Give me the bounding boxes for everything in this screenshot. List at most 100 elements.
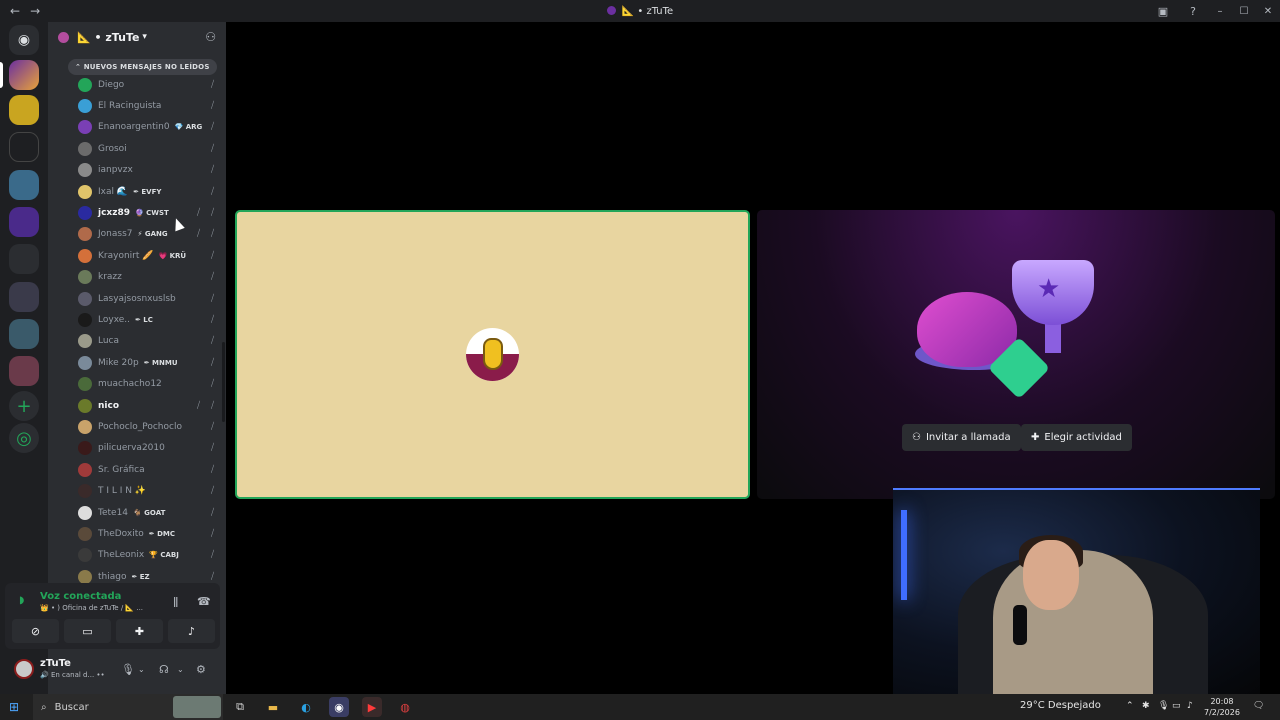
obs-icon[interactable]: ◍ [395,697,415,717]
clock[interactable]: 20:08 7/2/2026 [1204,696,1240,718]
member-tag-badge: 🐐 GOAT [133,508,166,517]
server-header[interactable]: 📐 • zTuTe ▾ ⚇ [48,22,226,52]
voice-member-row[interactable]: Diego ⧸ [48,74,226,95]
weather-widget[interactable]: 29°C Despejado [1020,700,1101,711]
voice-status[interactable]: Voz conectada [40,591,121,602]
chevron-down-icon[interactable]: ⌄ [177,665,184,674]
member-name: Diego [98,79,125,90]
new-messages-banner[interactable]: ⌃ NUEVOS MENSAJES NO LEÍDOS [68,59,217,75]
discord-home-icon[interactable]: ◉ [9,25,39,55]
member-name: T I L I N ✨ [98,486,147,497]
inbox-icon[interactable]: ▣ [1148,5,1178,18]
soundboard-icon[interactable]: ♪ [168,619,215,643]
scrollbar[interactable] [222,342,225,422]
invite-to-call-button[interactable]: ⚇ Invitar a llamada [902,424,1021,451]
screen-share-icon[interactable]: ▭ [64,619,111,643]
notification-icon[interactable]: 🗨 [1253,701,1264,711]
chevron-up-icon[interactable]: ⌃ [1126,701,1134,711]
voice-member-row[interactable]: Pochoclo_Pochoclo ⧸ [48,416,226,437]
voice-member-row[interactable]: El Racinguista ⧸ [48,95,226,116]
server-folder-icon[interactable] [9,356,39,386]
activity-invite-tile: ★ ⚇ Invitar a llamada ✚ Elegir actividad [757,210,1275,499]
help-icon[interactable]: ? [1178,5,1208,18]
minimize-button[interactable]: – [1208,6,1232,17]
voice-member-row[interactable]: Loyxe.. ✒ LC ⧸ [48,309,226,330]
muted-mic-icon: ⧸ [210,400,214,411]
voice-member-row[interactable]: Enanoargentin0 💎 ARG ⧸ [48,117,226,138]
task-view-icon[interactable]: ⧉ [230,697,250,717]
voice-member-row[interactable]: pilicuerva2010 ⧸ [48,438,226,459]
deafened-icon: ⧸ [196,208,200,219]
microphone-icon[interactable]: 🎙 [121,663,135,676]
windows-start-icon[interactable]: ⊞ [9,700,19,714]
choose-activity-button[interactable]: ✚ Elegir actividad [1021,424,1132,451]
maximize-button[interactable]: ☐ [1232,6,1256,17]
voice-member-row[interactable]: Mike 20p ✒ MNMU ⧸ [48,352,226,373]
voice-member-row[interactable]: Tete14 🐐 GOAT ⧸ [48,502,226,523]
member-name: TheLeonix [98,550,145,561]
voice-member-row[interactable]: muachacho12 ⧸ [48,373,226,394]
bluetooth-icon[interactable]: ✱ [1142,701,1150,711]
server-folder-icon[interactable] [9,170,39,200]
connection-signal-icon[interactable]: ◗ [19,595,24,606]
avatar[interactable] [14,659,34,679]
close-button[interactable]: ✕ [1256,6,1280,17]
back-button[interactable]: ← [10,4,20,18]
disconnect-icon[interactable]: ☎ [197,595,211,608]
invite-to-call-label: Invitar a llamada [925,432,1011,443]
avatar [78,141,92,156]
voice-member-row[interactable]: krazz ⧸ [48,267,226,288]
voice-member-row[interactable]: Ixal 🌊 ✒ EVFY ⧸ [48,181,226,202]
voice-member-row[interactable]: Grosoi ⧸ [48,138,226,159]
media-player-icon[interactable]: ▶ [362,697,382,717]
server-icon[interactable] [9,244,39,274]
server-folder-icon[interactable] [9,207,39,237]
member-name: jcxz89 [98,208,130,219]
volume-icon[interactable]: ♪ [1187,701,1193,711]
noise-suppression-icon[interactable]: ǁ [173,595,178,608]
activities-icon[interactable]: ✚ [116,619,163,643]
member-name: Lasyajsosnxuslsb [98,293,176,304]
voice-member-row[interactable]: ianpvzx ⧸ [48,160,226,181]
voice-member-row[interactable]: Sr. Gráfica ⧸ [48,459,226,480]
member-name: nico [98,400,120,411]
edge-browser-icon[interactable]: ◐ [296,697,316,717]
voice-channel-name[interactable]: 👑 • ) Oficina de zTuTe / 📐 ... [40,604,143,612]
voice-member-row[interactable]: Krayonirt 🥖 💗 KRÜ ⧸ [48,245,226,266]
avatar [78,227,92,242]
server-folder-icon[interactable] [9,132,39,162]
voice-member-row[interactable]: Jonass7 ⚡ GANG ⧸ ⧸ [48,224,226,245]
invite-people-icon[interactable]: ⚇ [205,30,216,44]
server-icon-active[interactable] [9,60,39,90]
avatar [78,270,92,285]
voice-member-row[interactable]: jcxz89 🔮 CWST ⧸ ⧸ [48,202,226,223]
search-label: Buscar [54,701,89,713]
participant-tile-speaking[interactable] [235,210,750,499]
microphone-icon[interactable]: 🎙 [1158,701,1169,711]
voice-member-row[interactable]: TheDoxito ✒ DMC ⧸ [48,523,226,544]
explore-servers-icon[interactable]: ◎ [9,423,39,453]
file-explorer-icon[interactable]: ▬ [263,697,283,717]
server-folder-icon[interactable] [9,282,39,312]
voice-member-row[interactable]: Luca ⧸ [48,331,226,352]
voice-member-row[interactable]: TheLeonix 🏆 CABJ ⧸ [48,545,226,566]
camera-off-icon[interactable]: ⊘ [12,619,59,643]
member-name: ianpvzx [98,165,133,176]
muted-mic-icon: ⧸ [210,486,214,497]
username[interactable]: zTuTe [40,658,71,669]
voice-member-row[interactable]: T I L I N ✨ ⧸ [48,480,226,501]
user-status: 🔊 En canal d... •• [40,671,105,679]
headphones-icon[interactable]: ☊ [159,663,169,676]
chevron-down-icon[interactable]: ⌄ [138,665,145,674]
settings-gear-icon[interactable]: ⚙ [196,663,206,676]
member-tag-badge: ✒ EVFY [133,187,162,196]
taskbar-search[interactable]: ⌕ Buscar [33,694,223,720]
server-icon[interactable] [9,95,39,125]
network-icon[interactable]: ▭ [1172,701,1181,711]
forward-button[interactable]: → [30,4,40,18]
voice-member-row[interactable]: nico ⧸ ⧸ [48,395,226,416]
voice-member-row[interactable]: Lasyajsosnxuslsb ⧸ [48,288,226,309]
add-server-icon[interactable]: + [9,391,39,421]
discord-taskbar-icon[interactable]: ◉ [329,697,349,717]
server-folder-icon[interactable] [9,319,39,349]
